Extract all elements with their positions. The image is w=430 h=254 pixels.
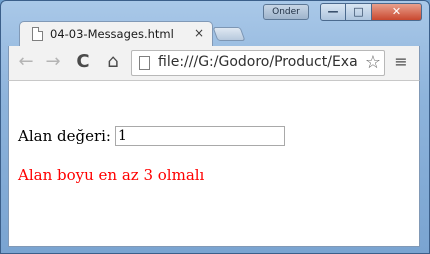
user-profile-badge[interactable]: Onder	[263, 4, 309, 20]
page-content: Alan değeri: Alan boyu en az 3 olmalı	[8, 80, 420, 247]
minimize-icon: —	[327, 5, 339, 18]
page-icon	[32, 27, 43, 41]
browser-toolbar: ← → C ⌂ file:///G:/Godoro/Product/Exa ☆ …	[8, 46, 420, 80]
tab-active[interactable]: 04-03-Messages.html ×	[19, 21, 213, 47]
reload-icon[interactable]: C	[72, 51, 94, 73]
minimize-button[interactable]: —	[320, 3, 346, 21]
home-icon[interactable]: ⌂	[102, 51, 124, 73]
address-bar[interactable]: file:///G:/Godoro/Product/Exa ☆	[131, 50, 385, 76]
file-icon	[139, 56, 150, 70]
forward-arrow-icon[interactable]: →	[42, 51, 64, 73]
browser-window: Onder — □ ✕ 04-03-Messages.html × ← → C …	[0, 0, 430, 254]
close-window-button[interactable]: ✕	[372, 3, 422, 21]
menu-icon[interactable]: ≡	[393, 53, 409, 71]
tab-close-icon[interactable]: ×	[194, 26, 204, 40]
maximize-icon: □	[353, 5, 364, 18]
back-arrow-icon[interactable]: ←	[15, 51, 37, 73]
field-value-input[interactable]	[114, 126, 285, 146]
address-url[interactable]: file:///G:/Godoro/Product/Exa	[158, 54, 358, 70]
close-icon: ✕	[391, 5, 402, 18]
maximize-button[interactable]: □	[346, 3, 372, 21]
field-row: Alan değeri:	[18, 126, 285, 146]
tab-title: 04-03-Messages.html	[50, 27, 174, 41]
bookmark-star-icon[interactable]: ☆	[362, 52, 381, 73]
field-label: Alan değeri:	[18, 127, 111, 145]
validation-error-message: Alan boyu en az 3 olmalı	[18, 166, 205, 184]
new-tab-button[interactable]	[212, 27, 246, 41]
